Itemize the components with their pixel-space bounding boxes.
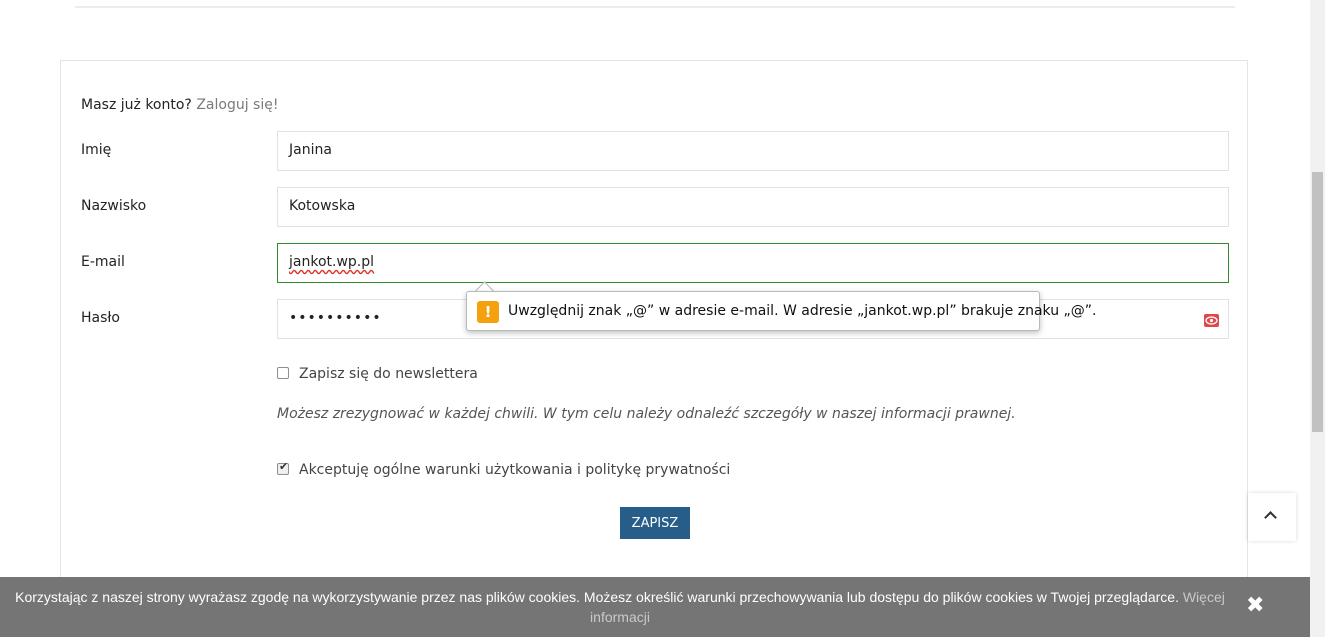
first-name-label: Imię (81, 142, 112, 158)
last-name-input[interactable]: Kotowska (277, 187, 1229, 227)
password-value: •••••••••• (289, 310, 382, 326)
login-link[interactable]: Zaloguj się! (196, 97, 278, 113)
email-validation-tooltip: ! Uwzględnij znak „@” w adresie e-mail. … (466, 291, 1097, 331)
newsletter-checkbox[interactable] (277, 367, 289, 379)
close-icon[interactable]: ✖ (1246, 595, 1264, 617)
password-label: Hasło (81, 310, 120, 326)
terms-checkbox[interactable]: ✔ (277, 460, 289, 475)
top-divider (75, 6, 1235, 8)
first-name-value: Janina (289, 142, 332, 158)
chevron-up-icon (1264, 511, 1277, 524)
email-input[interactable]: jankot.wp.pl (277, 243, 1229, 283)
show-password-eye-icon[interactable] (1204, 314, 1219, 327)
last-name-label: Nazwisko (81, 198, 147, 214)
newsletter-note: Możesz zrezygnować w każdej chwili. W ty… (277, 406, 1016, 422)
scrollbar-thumb[interactable] (1312, 172, 1323, 432)
checkmark-icon: ✔ (279, 460, 289, 473)
cookie-message: Korzystając z naszej strony wyrażasz zgo… (0, 587, 1240, 627)
terms-label[interactable]: Akceptuję ogólne warunki użytkowania i p… (299, 462, 730, 478)
last-name-value: Kotowska (289, 198, 356, 214)
first-name-input[interactable]: Janina (277, 131, 1229, 171)
tooltip-message: Uwzględnij znak „@” w adresie e-mail. W … (508, 303, 1097, 319)
email-label: E-mail (81, 254, 125, 270)
submit-button[interactable]: ZAPISZ (620, 507, 690, 539)
scroll-to-top-button[interactable] (1248, 493, 1296, 541)
newsletter-label[interactable]: Zapisz się do newslettera (299, 366, 478, 382)
email-value: jankot.wp.pl (289, 254, 375, 270)
page-scrollbar[interactable] (1310, 0, 1325, 637)
cookie-consent-bar: Korzystając z naszej strony wyrażasz zgo… (0, 577, 1310, 637)
warning-icon: ! (477, 301, 499, 323)
login-prompt: Masz już konto? Zaloguj się! (81, 97, 278, 113)
cookie-text: Korzystając z naszej strony wyrażasz zgo… (15, 589, 1179, 605)
login-prompt-text: Masz już konto? (81, 97, 192, 113)
